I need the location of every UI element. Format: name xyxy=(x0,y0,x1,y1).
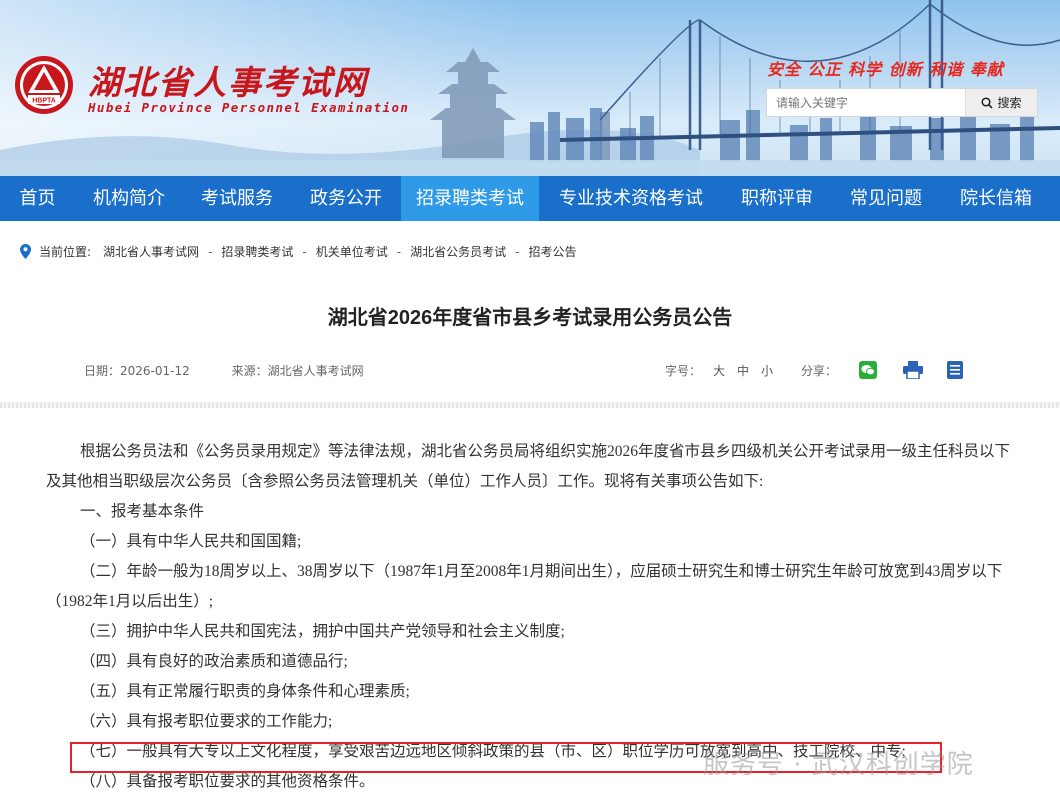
page-title: 湖北省2026年度省市县乡考试录用公务员公告 xyxy=(327,307,733,329)
condition-item: （四）具有良好的政治素质和道德品行; xyxy=(80,653,348,670)
location-pin-icon xyxy=(20,244,31,259)
slogan: 安全 公正 科学 创新 和谐 奉献 xyxy=(767,60,1004,79)
breadcrumb-separator: - xyxy=(302,244,307,259)
breadcrumb-label: 当前位置: xyxy=(39,245,92,259)
condition-item: （五）具有正常履行职责的身体条件和心理素质; xyxy=(80,683,410,700)
share-bar: 分享： xyxy=(801,361,964,379)
nav-faq[interactable]: 常见问题 xyxy=(831,176,941,221)
paragraph-intro: 根据公务员法和《公务员录用规定》等法律法规，湖北省公务员局将组织实施2026年度… xyxy=(46,443,1011,490)
breadcrumb-item-announcement[interactable]: 招考公告 xyxy=(528,243,576,260)
search-button-label: 搜索 xyxy=(997,96,1022,110)
breadcrumb-separator: - xyxy=(396,244,402,259)
condition-item: （一）具有中华人民共和国国籍; xyxy=(80,533,302,550)
condition-item: （六）具有报考职位要求的工作能力; xyxy=(80,713,333,730)
search-input[interactable] xyxy=(767,89,965,116)
svg-text:HBPTA: HBPTA xyxy=(32,98,56,105)
document-icon[interactable] xyxy=(947,361,964,379)
search-box: 搜索 xyxy=(766,88,1038,117)
search-icon xyxy=(981,96,994,109)
article-source: 来源：湖北省人事考试网 xyxy=(231,364,364,378)
header-divider xyxy=(0,402,1060,408)
font-size-label: 字号： xyxy=(665,364,702,378)
article-meta: 日期：2026-01-12 来源：湖北省人事考试网 xyxy=(84,362,402,379)
breadcrumb: 当前位置: 湖北省人事考试网 - 招录聘类考试 - 机关单位考试 - 湖北省公务… xyxy=(20,243,577,260)
breadcrumb-separator: - xyxy=(208,244,213,259)
breadcrumb-item-civil-service[interactable]: 湖北省公务员考试 xyxy=(410,243,506,260)
breadcrumb-separator: - xyxy=(515,244,520,259)
breadcrumb-item-home[interactable]: 湖北省人事考试网 xyxy=(103,243,199,260)
print-icon[interactable] xyxy=(903,361,924,379)
nav-director-mailbox[interactable]: 院长信箱 xyxy=(941,176,1051,221)
publish-date: 日期：2026-01-12 xyxy=(84,364,190,378)
nav-government-affairs[interactable]: 政务公开 xyxy=(291,176,401,221)
nav-title-review[interactable]: 职称评审 xyxy=(723,176,831,221)
font-size-control: 字号： 大 中 小 xyxy=(665,362,773,379)
header-banner: HBPTA 湖北省人事考试网 Hubei Province Personnel … xyxy=(0,0,1060,176)
nav-exam-services[interactable]: 考试服务 xyxy=(183,176,291,221)
font-size-small[interactable]: 小 xyxy=(761,362,773,379)
site-title: 湖北省人事考试网 xyxy=(88,63,368,102)
highlight-box xyxy=(70,742,942,773)
search-button[interactable]: 搜索 xyxy=(965,89,1037,116)
condition-item: （二）年龄一般为18周岁以上、38周岁以下（1987年1月至2008年1月期间出… xyxy=(46,563,1003,610)
nav-home[interactable]: 首页 xyxy=(0,176,75,221)
share-label: 分享： xyxy=(801,363,838,378)
breadcrumb-item-agency-exams[interactable]: 机关单位考试 xyxy=(316,243,388,260)
wechat-icon[interactable] xyxy=(859,361,878,379)
condition-item: （三）拥护中华人民共和国宪法，拥护中国共产党领导和社会主义制度; xyxy=(80,623,565,640)
main-nav: 首页 机构简介 考试服务 政务公开 招录聘类考试 专业技术资格考试 职称评审 常… xyxy=(0,176,1060,221)
breadcrumb-item-recruitment[interactable]: 招录聘类考试 xyxy=(221,243,293,260)
font-size-large[interactable]: 大 xyxy=(713,362,725,379)
nav-professional-qualification[interactable]: 专业技术资格考试 xyxy=(539,176,723,221)
font-size-medium[interactable]: 中 xyxy=(737,362,749,379)
nav-about[interactable]: 机构简介 xyxy=(75,176,183,221)
hbpta-logo: HBPTA xyxy=(15,56,73,114)
section-heading: 一、报考基本条件 xyxy=(80,503,205,520)
site-subtitle: Hubei Province Personnel Examination xyxy=(88,100,410,115)
nav-recruitment-exams[interactable]: 招录聘类考试 xyxy=(401,176,539,221)
